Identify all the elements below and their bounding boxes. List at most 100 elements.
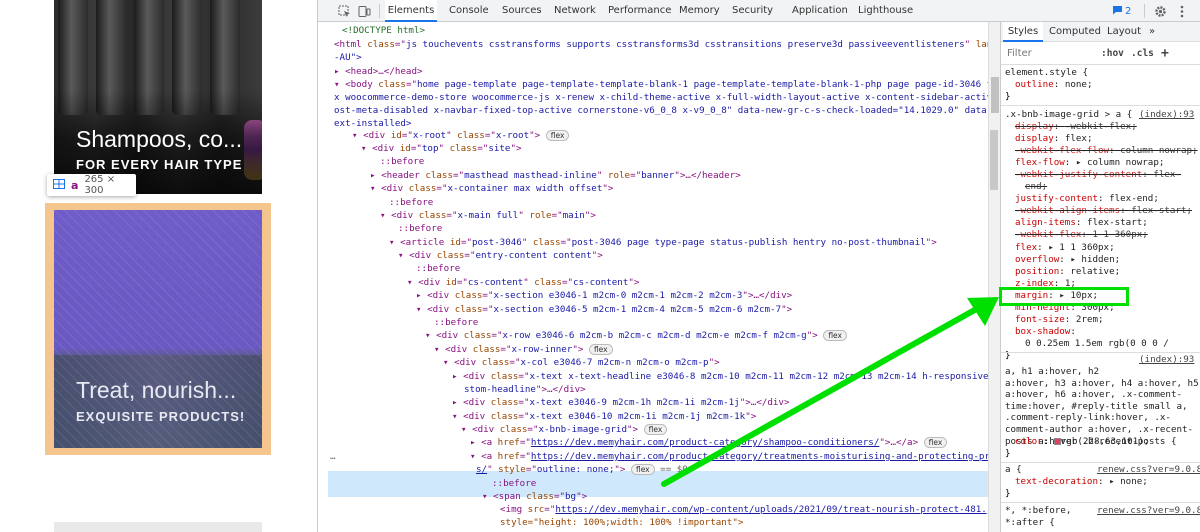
rule2-selector-line: a:hover, h6 a:hover, .x-comment- [1005, 389, 1183, 401]
rule2-prop[interactable]: color: rgb(228,63,101); [1015, 436, 1149, 448]
img-node[interactable]: <img src="https://dev.memyhair.com/wp-co… [500, 503, 988, 516]
new-rule-button[interactable]: + [1161, 46, 1169, 62]
card-subtitle: FOR EVERY HAIR TYPE [76, 157, 243, 172]
css-declaration[interactable]: font-size: 2rem; [1015, 314, 1104, 326]
image-grid-node[interactable]: ▾ <div class="x-bnb-image-grid"> flex [461, 423, 668, 436]
section-node-1[interactable]: ▸ <div class="x-section e3046-1 m2cm-0 m… [416, 289, 792, 302]
container-node[interactable]: ▾ <div class="x-container max width offs… [370, 182, 613, 195]
css-declaration[interactable]: display: flex; [1015, 133, 1092, 145]
page-viewport: Shampoos, co... FOR EVERY HAIR TYPE Trea… [0, 0, 318, 532]
more-options-icon[interactable] [1174, 3, 1190, 19]
css-declaration[interactable]: -webkit-align-items: flex-start; [1015, 205, 1192, 217]
rule2-source-link[interactable]: (index):93 [1139, 354, 1194, 366]
tab-network[interactable]: Network [554, 0, 596, 22]
tab-security[interactable]: Security [732, 0, 773, 22]
css-declaration[interactable]: end; [1025, 181, 1047, 193]
header-node[interactable]: ▸ <header class="masthead masthead-inlin… [370, 169, 741, 182]
inspect-element-icon[interactable] [336, 3, 352, 19]
head-node[interactable]: ▸ <head>…</head> [334, 65, 423, 78]
element-style-selector: element.style { [1005, 67, 1088, 78]
pseudo-before[interactable]: ::before [416, 262, 460, 275]
text-node-9[interactable]: ▸ <div class="x-text e3046-9 m2cm-1h m2c… [452, 396, 789, 409]
issues-badge[interactable]: 2 [1112, 4, 1131, 18]
html-node[interactable]: <html class="js touchevents csstransform… [334, 38, 988, 51]
node-ellipsis[interactable]: … [330, 450, 336, 463]
dom-tree[interactable]: <!DOCTYPE html> <html class="js toucheve… [318, 22, 988, 532]
css-declaration[interactable]: position: relative; [1015, 266, 1120, 278]
pseudo-before[interactable]: ::before [380, 155, 424, 168]
css-declaration[interactable]: -webkit-flex: 1 1 360px; [1015, 229, 1148, 241]
tab-elements[interactable]: Elements [385, 0, 437, 22]
css-declaration[interactable]: -webkit-justify-content: flex- [1015, 169, 1181, 181]
headline-node[interactable]: ▸ <div class="x-text x-text-headline e30… [452, 370, 988, 383]
rule1-source-link[interactable]: (index):93 [1139, 109, 1194, 121]
grid-icon [53, 178, 65, 192]
tab-performance[interactable]: Performance [608, 0, 671, 22]
styles-scrollbar-thumb[interactable] [990, 130, 998, 190]
rule3-prop[interactable]: text-decoration: ▸ none; [1015, 476, 1148, 488]
rule2-selector-line: .comment-reply-link:hover, .x- [1005, 412, 1171, 424]
pseudo-before[interactable]: ::before [492, 477, 536, 490]
tab-computed[interactable]: Computed [1049, 22, 1101, 42]
css-declaration[interactable]: -webkit-flex-flow: column nowrap; [1015, 145, 1198, 157]
doctype-node[interactable]: <!DOCTYPE html> [342, 24, 425, 37]
rule2-selector-line: a, h1 a:hover, h2 [1005, 366, 1100, 377]
row-node[interactable]: ▾ <div class="x-row e3046-6 m2cm-b m2cm-… [425, 329, 847, 342]
link-node-treatments[interactable]: ▾ <a href="https://dev.memyhair.com/prod… [470, 450, 988, 463]
device-toolbar-icon[interactable] [356, 3, 372, 19]
tab-lighthouse[interactable]: Lighthouse [858, 0, 913, 22]
css-declaration[interactable]: overflow: ▸ hidden; [1015, 254, 1120, 266]
hov-toggle[interactable]: :hov [1101, 46, 1124, 62]
inspect-tooltip: a 265 × 300 [47, 174, 136, 196]
card-subtitle: EXQUISITE PRODUCTS! [76, 409, 246, 424]
css-declaration[interactable]: align-items: flex-start; [1015, 217, 1148, 229]
css-declaration[interactable]: justify-content: flex-end; [1015, 193, 1159, 205]
rule4-selector-2: *:after { [1005, 517, 1055, 528]
rule-close: } [1005, 448, 1011, 459]
css-declaration[interactable]: display: -webkit-flex; [1015, 121, 1137, 133]
devtools-tabbar: Elements Console Sources Network Perform… [318, 0, 1200, 22]
tab-application[interactable]: Application [792, 0, 848, 22]
span-bg-node[interactable]: ▾ <span class="bg"> [482, 490, 587, 503]
category-card-next[interactable] [54, 522, 262, 532]
link-node-treatments-wrap: s/" style="outline: none;"> flex == $0 [476, 464, 688, 475]
body-node-wrap-3: ost-meta-disabled x-navbar-fixed-top-act… [334, 105, 988, 116]
cs-content-node[interactable]: ▾ <div id="cs-content" class="cs-content… [407, 276, 639, 289]
row-inner-node[interactable]: ▾ <div class="x-row-inner"> flex [434, 343, 613, 356]
tab-console[interactable]: Console [449, 0, 489, 22]
gear-icon[interactable] [1152, 3, 1168, 19]
element-style-prop[interactable]: outline: none; [1015, 79, 1092, 91]
text-node-10[interactable]: ▾ <div class="x-text e3046-10 m2cm-1i m2… [452, 410, 756, 423]
main-node[interactable]: ▾ <div class="x-main full" role="main"> [380, 209, 596, 222]
tab-sources[interactable]: Sources [502, 0, 542, 22]
top-node[interactable]: ▾ <div id="top" class="site"> [361, 142, 522, 155]
article-node[interactable]: ▾ <article id="post-3046" class="post-30… [389, 236, 937, 249]
body-node[interactable]: ▾ <body class="home page-template page-t… [334, 78, 988, 91]
tab-more[interactable]: » [1149, 22, 1155, 42]
color-swatch[interactable] [1053, 438, 1061, 445]
css-declaration[interactable]: box-shadow: [1015, 326, 1076, 338]
tooltip-tag: a [71, 178, 79, 192]
link-node-shampoo[interactable]: ▸ <a href="https://dev.memyhair.com/prod… [470, 436, 948, 449]
rule4-source-link[interactable]: renew.css?ver=9.0.8:1 [1097, 505, 1200, 517]
entry-content-node[interactable]: ▾ <div class="entry-content content"> [398, 249, 603, 262]
css-declaration[interactable]: flex: ▸ 1 1 360px; [1015, 242, 1115, 254]
rule2-selector-line: time:hover, #reply-title small a, [1005, 400, 1188, 412]
rule3-source-link[interactable]: renew.css?ver=9.0.8:1 [1097, 464, 1200, 476]
pseudo-before[interactable]: ::before [389, 196, 433, 209]
tab-styles[interactable]: Styles [1003, 22, 1043, 42]
category-card-shampoos[interactable]: Shampoos, co... FOR EVERY HAIR TYPE [54, 0, 262, 194]
col-node[interactable]: ▾ <div class="x-col e3046-7 m2cm-n m2cm-… [443, 356, 720, 369]
category-card-treatments[interactable]: Treat, nourish... EXQUISITE PRODUCTS! [54, 210, 262, 448]
dom-scrollbar[interactable] [988, 22, 1000, 532]
section-node-2[interactable]: ▾ <div class="x-section e3046-5 m2cm-1 m… [416, 303, 792, 316]
styles-filter-input[interactable]: Filter [1005, 46, 1097, 62]
css-declaration[interactable]: 0 0.25em 1.5em rgb(0 0 0 / [1025, 338, 1169, 350]
x-root-node[interactable]: ▾ <div id="x-root" class="x-root"> flex [352, 129, 570, 142]
cls-toggle[interactable]: .cls [1131, 46, 1154, 62]
css-declaration[interactable]: flex-flow: ▸ column nowrap; [1015, 157, 1164, 169]
pseudo-before[interactable]: ::before [434, 316, 478, 329]
tab-layout[interactable]: Layout [1107, 22, 1141, 42]
pseudo-before[interactable]: ::before [398, 222, 442, 235]
tab-memory[interactable]: Memory [679, 0, 720, 22]
